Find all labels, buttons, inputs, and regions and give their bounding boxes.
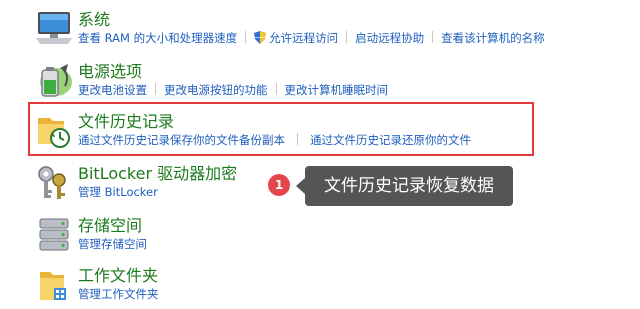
- work-folders-title[interactable]: 工作文件夹: [78, 262, 158, 286]
- divider: [346, 31, 348, 43]
- divider: [155, 83, 156, 95]
- link-power-button[interactable]: 更改电源按钮的功能: [164, 83, 268, 97]
- tooltip-arrow: [296, 178, 305, 194]
- shield-icon: [254, 31, 267, 44]
- bitlocker-title[interactable]: BitLocker 驱动器加密: [78, 160, 237, 184]
- divider: [432, 31, 434, 43]
- power-options-links: 更改电池设置 更改电源按钮的功能 更改计算机睡眠时间: [78, 82, 388, 98]
- item-work-folders: 工作文件夹 管理工作文件夹: [28, 260, 638, 309]
- system-links: 查看 RAM 的大小和处理器速度 允许远程访问 启动远程协助 查看该计算机的名称: [78, 30, 545, 46]
- link-battery-settings[interactable]: 更改电池设置: [78, 83, 147, 97]
- work-folders-links: 管理工作文件夹: [78, 286, 159, 302]
- link-allow-remote-access[interactable]: 允许远程访问: [269, 31, 338, 45]
- item-storage-spaces: 存储空间 管理存储空间: [28, 210, 638, 260]
- step-badge: 1: [268, 174, 290, 196]
- system-title[interactable]: 系统: [78, 6, 110, 30]
- storage-spaces-title[interactable]: 存储空间: [78, 212, 142, 236]
- link-manage-bitlocker[interactable]: 管理 BitLocker: [78, 185, 158, 199]
- link-remote-assistance[interactable]: 启动远程协助: [355, 31, 424, 45]
- highlight-box: [28, 102, 534, 156]
- divider: [275, 83, 277, 95]
- work-folders-icon: [40, 272, 66, 300]
- divider: [245, 31, 247, 43]
- link-sleep-time[interactable]: 更改计算机睡眠时间: [285, 83, 389, 97]
- battery-icon: [40, 64, 72, 97]
- storage-spaces-icon: [39, 218, 69, 251]
- power-options-title[interactable]: 电源选项: [78, 58, 142, 82]
- bitlocker-links: 管理 BitLocker: [78, 184, 158, 200]
- storage-spaces-links: 管理存储空间: [78, 236, 147, 252]
- item-system: 系统 查看 RAM 的大小和处理器速度 允许远程访问 启动远程协助 查看该计算机的名称: [28, 4, 638, 54]
- item-power-options: 电源选项 更改电池设置 更改电源按钮的功能 更改计算机睡眠时间: [28, 56, 638, 106]
- link-manage-work-folders[interactable]: 管理工作文件夹: [78, 287, 159, 301]
- link-manage-storage-spaces[interactable]: 管理存储空间: [78, 237, 147, 251]
- annotation-tooltip: 文件历史记录恢复数据: [305, 166, 513, 206]
- link-computer-name[interactable]: 查看该计算机的名称: [441, 31, 545, 45]
- computer-icon: [36, 12, 72, 44]
- link-view-ram-cpu[interactable]: 查看 RAM 的大小和处理器速度: [78, 31, 237, 45]
- bitlocker-keys-icon: [38, 166, 66, 199]
